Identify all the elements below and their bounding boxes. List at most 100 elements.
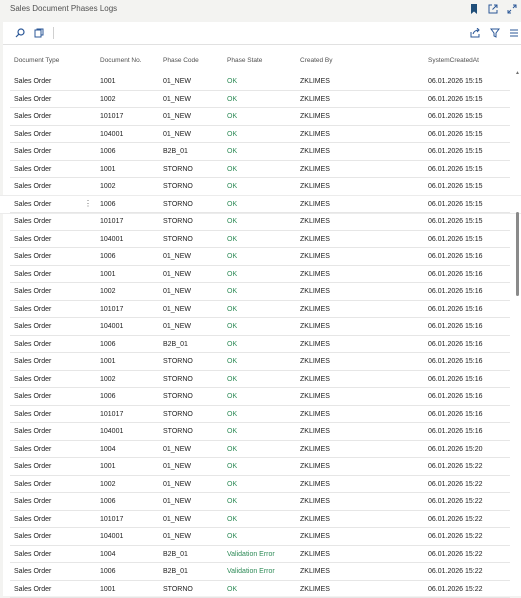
table-row[interactable]: Sales Order10101701_NEWOKZKLIMES06.01.20… bbox=[0, 108, 521, 126]
table-row[interactable]: Sales Order10101701_NEWOKZKLIMES06.01.20… bbox=[0, 301, 521, 319]
cell-phase-code: B2B_01 bbox=[163, 148, 188, 155]
cell-document-type: Sales Order bbox=[14, 183, 51, 190]
column-header-phase-code[interactable]: Phase Code bbox=[163, 57, 199, 71]
column-header-created-by[interactable]: Created By bbox=[300, 57, 333, 71]
cell-phase-code: 01_NEW bbox=[163, 96, 191, 103]
cell-created-by: ZKLIMES bbox=[300, 586, 330, 593]
cell-document-no: 1002 bbox=[100, 183, 116, 190]
cell-document-type: Sales Order bbox=[14, 481, 51, 488]
cell-phase-code: B2B_01 bbox=[163, 341, 188, 348]
page-title: Sales Document Phases Logs bbox=[10, 4, 117, 13]
list-view-icon[interactable] bbox=[508, 27, 520, 39]
cell-created-by: ZKLIMES bbox=[300, 411, 330, 418]
cell-document-type: Sales Order bbox=[14, 533, 51, 540]
table-row[interactable]: Sales Order101017STORNOOKZKLIMES06.01.20… bbox=[0, 406, 521, 424]
table-row[interactable]: Sales Order100201_NEWOKZKLIMES06.01.2026… bbox=[0, 283, 521, 301]
table-row[interactable]: Sales Order104001STORNOOKZKLIMES06.01.20… bbox=[0, 231, 521, 249]
cell-created-by: ZKLIMES bbox=[300, 113, 330, 120]
cell-created-by: ZKLIMES bbox=[300, 446, 330, 453]
table-row[interactable]: Sales Order1006STORNOOKZKLIMES06.01.2026… bbox=[0, 388, 521, 406]
table-row[interactable]: Sales Order100601_NEWOKZKLIMES06.01.2026… bbox=[0, 248, 521, 266]
cell-system-created-at: 06.01.2026 15:22 bbox=[428, 516, 483, 523]
table-row[interactable]: Sales Order100401_NEWOKZKLIMES06.01.2026… bbox=[0, 441, 521, 459]
title-actions bbox=[468, 3, 517, 14]
cell-system-created-at: 06.01.2026 15:16 bbox=[428, 288, 483, 295]
cell-system-created-at: 06.01.2026 15:15 bbox=[428, 131, 483, 138]
cell-document-type: Sales Order bbox=[14, 131, 51, 138]
cell-created-by: ZKLIMES bbox=[300, 498, 330, 505]
cell-phase-code: 01_NEW bbox=[163, 78, 191, 85]
cell-phase-code: 01_NEW bbox=[163, 498, 191, 505]
cell-phase-state: OK bbox=[227, 323, 237, 330]
cell-document-no: 1006 bbox=[100, 253, 116, 260]
column-header-phase-state[interactable]: Phase State bbox=[227, 57, 262, 71]
cell-created-by: ZKLIMES bbox=[300, 358, 330, 365]
column-header-system-created-at[interactable]: SystemCreatedAt bbox=[428, 57, 479, 71]
cell-document-no: 1006 bbox=[100, 568, 116, 575]
cell-system-created-at: 06.01.2026 15:22 bbox=[428, 481, 483, 488]
table-row[interactable]: Sales Order1002STORNOOKZKLIMES06.01.2026… bbox=[0, 178, 521, 196]
cell-document-type: Sales Order bbox=[14, 551, 51, 558]
column-header-document-no[interactable]: Document No. bbox=[100, 57, 142, 71]
table-row[interactable]: Sales Order10400101_NEWOKZKLIMES06.01.20… bbox=[0, 126, 521, 144]
table-row[interactable]: Sales Order104001STORNOOKZKLIMES06.01.20… bbox=[0, 423, 521, 441]
cell-created-by: ZKLIMES bbox=[300, 463, 330, 470]
row-menu-icon[interactable]: ⋮ bbox=[84, 199, 92, 208]
table-row[interactable]: Sales Order100101_NEWOKZKLIMES06.01.2026… bbox=[0, 73, 521, 91]
cell-phase-state: OK bbox=[227, 148, 237, 155]
cell-phase-code: B2B_01 bbox=[163, 568, 188, 575]
table-row[interactable]: Sales Order10400101_NEWOKZKLIMES06.01.20… bbox=[0, 318, 521, 336]
cell-phase-code: 01_NEW bbox=[163, 516, 191, 523]
cell-phase-code: 01_NEW bbox=[163, 481, 191, 488]
table-row[interactable]: Sales Order100601_NEWOKZKLIMES06.01.2026… bbox=[0, 493, 521, 511]
cell-phase-state: OK bbox=[227, 271, 237, 278]
bookmark-icon[interactable] bbox=[468, 3, 479, 14]
scrollbar-thumb[interactable] bbox=[516, 212, 519, 296]
cell-document-no: 101017 bbox=[100, 218, 123, 225]
cell-document-no: 1006 bbox=[100, 341, 116, 348]
cell-phase-code: 01_NEW bbox=[163, 446, 191, 453]
cell-phase-state: OK bbox=[227, 533, 237, 540]
table-row[interactable]: Sales Order100201_NEWOKZKLIMES06.01.2026… bbox=[0, 476, 521, 494]
table-row[interactable]: Sales Order1006STORNOOKZKLIMES06.01.2026… bbox=[0, 196, 521, 214]
cell-created-by: ZKLIMES bbox=[300, 428, 330, 435]
share-icon[interactable] bbox=[469, 27, 481, 39]
cell-document-type: Sales Order bbox=[14, 201, 51, 208]
cell-document-no: 104001 bbox=[100, 131, 123, 138]
filter-icon[interactable] bbox=[489, 27, 501, 39]
table-row[interactable]: Sales Order1006B2B_01OKZKLIMES06.01.2026… bbox=[0, 143, 521, 161]
cell-document-no: 101017 bbox=[100, 411, 123, 418]
scroll-up-icon[interactable]: ▲ bbox=[515, 70, 520, 76]
cell-document-type: Sales Order bbox=[14, 586, 51, 593]
table-row[interactable]: Sales Order101017STORNOOKZKLIMES06.01.20… bbox=[0, 213, 521, 231]
table-row[interactable]: Sales Order1001STORNOOKZKLIMES06.01.2026… bbox=[0, 353, 521, 371]
table-row[interactable]: Sales Order100101_NEWOKZKLIMES06.01.2026… bbox=[0, 458, 521, 476]
table-row[interactable]: Sales Order100201_NEWOKZKLIMES06.01.2026… bbox=[0, 91, 521, 109]
vertical-scrollbar[interactable]: ▲ bbox=[514, 70, 520, 596]
search-icon[interactable] bbox=[14, 27, 26, 39]
open-new-window-icon[interactable] bbox=[487, 3, 498, 14]
table-row[interactable]: Sales Order1004B2B_01Validation ErrorZKL… bbox=[0, 546, 521, 564]
table-row[interactable]: Sales Order1002STORNOOKZKLIMES06.01.2026… bbox=[0, 371, 521, 389]
cell-system-created-at: 06.01.2026 15:16 bbox=[428, 306, 483, 313]
table-row[interactable]: Sales Order1001STORNOOKZKLIMES06.01.2026… bbox=[0, 161, 521, 179]
cell-document-no: 104001 bbox=[100, 533, 123, 540]
table-row[interactable]: Sales Order10400101_NEWOKZKLIMES06.01.20… bbox=[0, 528, 521, 546]
table-row[interactable]: Sales Order1006B2B_01Validation ErrorZKL… bbox=[0, 563, 521, 581]
table-row[interactable]: Sales Order1006B2B_01OKZKLIMES06.01.2026… bbox=[0, 336, 521, 354]
cell-system-created-at: 06.01.2026 15:16 bbox=[428, 358, 483, 365]
cell-phase-code: STORNO bbox=[163, 166, 193, 173]
cell-document-no: 104001 bbox=[100, 428, 123, 435]
edit-list-icon[interactable] bbox=[33, 27, 45, 39]
expand-icon[interactable] bbox=[506, 3, 517, 14]
column-header-document-type[interactable]: Document Type bbox=[14, 57, 59, 71]
cell-document-no: 1002 bbox=[100, 376, 116, 383]
table-row[interactable]: Sales Order1001STORNOOKZKLIMES06.01.2026… bbox=[0, 581, 521, 598]
cell-created-by: ZKLIMES bbox=[300, 516, 330, 523]
cell-system-created-at: 06.01.2026 15:15 bbox=[428, 148, 483, 155]
table-row[interactable]: Sales Order10101701_NEWOKZKLIMES06.01.20… bbox=[0, 511, 521, 529]
cell-phase-state: OK bbox=[227, 236, 237, 243]
table-row[interactable]: Sales Order100101_NEWOKZKLIMES06.01.2026… bbox=[0, 266, 521, 284]
cell-phase-code: STORNO bbox=[163, 393, 193, 400]
cell-document-type: Sales Order bbox=[14, 78, 51, 85]
